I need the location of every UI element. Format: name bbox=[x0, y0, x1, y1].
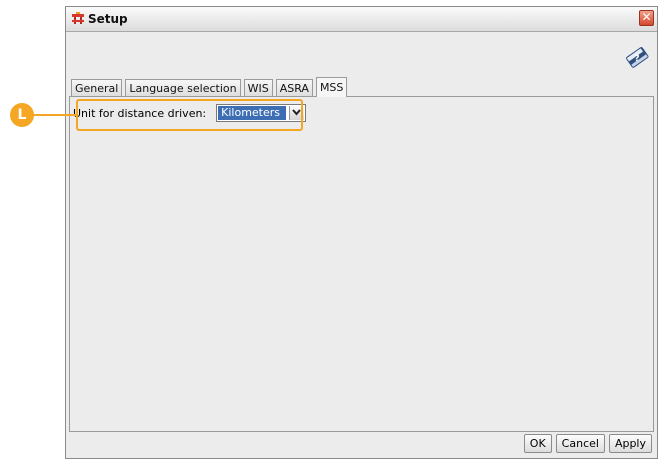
tab-language-selection[interactable]: Language selection bbox=[125, 79, 241, 96]
callout-marker: L bbox=[10, 103, 34, 127]
tab-mss[interactable]: MSS bbox=[315, 77, 348, 97]
close-button[interactable]: ✕ bbox=[639, 10, 654, 26]
cancel-button[interactable]: Cancel bbox=[555, 434, 605, 453]
svg-text:?: ? bbox=[634, 54, 639, 64]
mss-tab-panel: Unit for distance driven: Kilometers bbox=[69, 96, 654, 432]
setup-app-icon bbox=[72, 12, 84, 24]
ok-button[interactable]: OK bbox=[523, 434, 552, 453]
help-book-icon[interactable]: ? bbox=[622, 42, 652, 72]
title-bar[interactable]: Setup ✕ bbox=[66, 7, 657, 32]
tab-wis[interactable]: WIS bbox=[243, 79, 273, 96]
close-icon: ✕ bbox=[641, 10, 652, 24]
setup-dialog: Setup ✕ ? General Language selection WIS… bbox=[65, 6, 658, 459]
dialog-buttons: OK Cancel Apply bbox=[520, 434, 652, 453]
tab-general[interactable]: General bbox=[71, 79, 123, 96]
callout-highlight-box bbox=[76, 99, 303, 131]
apply-button[interactable]: Apply bbox=[608, 434, 652, 453]
tab-bar: General Language selection WIS ASRA MSS bbox=[71, 76, 350, 97]
tab-asra[interactable]: ASRA bbox=[275, 79, 313, 96]
window-title: Setup bbox=[88, 12, 128, 26]
